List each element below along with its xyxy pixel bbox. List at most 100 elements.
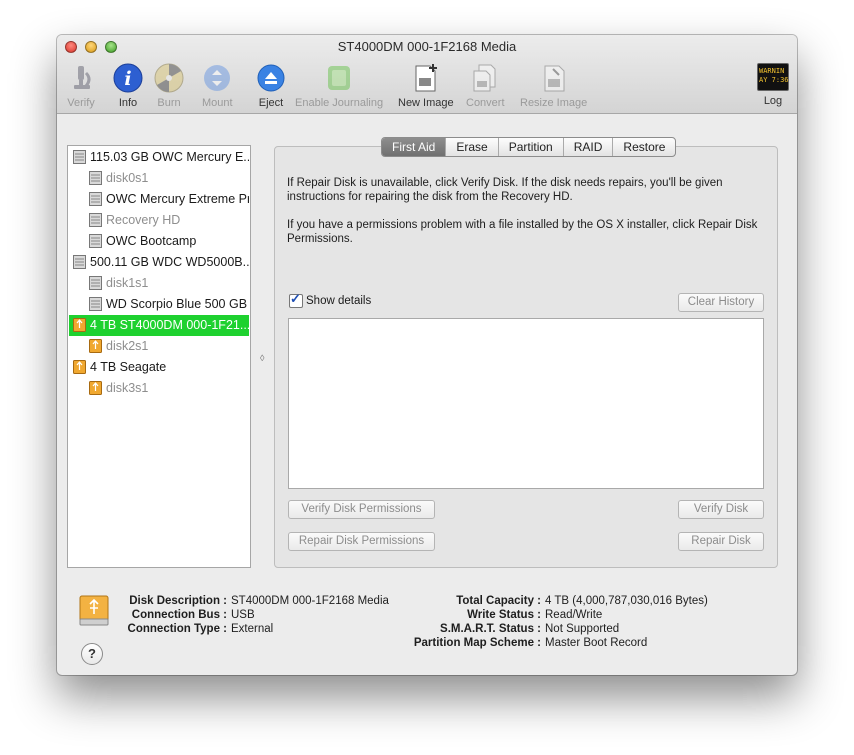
repair-disk-permissions-button[interactable]: Repair Disk Permissions <box>288 532 435 551</box>
window-title: ST4000DM 000-1F2168 Media <box>337 39 517 54</box>
verify-disk-permissions-button[interactable]: Verify Disk Permissions <box>288 500 435 519</box>
first-aid-instructions-1: If Repair Disk is unavailable, click Ver… <box>287 177 723 203</box>
volume-label: disk3s1 <box>106 381 149 395</box>
show-details-label: Show details <box>306 295 372 307</box>
internal-drive-icon <box>73 255 86 269</box>
write-status-label: Write Status : <box>467 609 541 621</box>
new-image-toolbar-button[interactable]: New Image <box>398 63 454 109</box>
connection-bus-value: USB <box>231 609 255 621</box>
volume-label: disk0s1 <box>106 171 149 185</box>
verify-toolbar-button[interactable]: Verify <box>66 63 96 109</box>
enable-journaling-label: Enable Journaling <box>295 97 384 109</box>
partition-map-scheme-value: Master Boot Record <box>545 637 648 649</box>
convert-icon <box>470 63 500 93</box>
device-label: 4 TB Seagate <box>90 360 167 374</box>
volume-label: OWC Bootcamp <box>106 234 197 248</box>
volume-label: OWC Mercury Extreme Pr <box>106 192 249 206</box>
volume-row-disk2s1[interactable]: disk2s1 <box>69 336 249 357</box>
internal-drive-icon <box>73 150 86 164</box>
tab-partition[interactable]: Partition <box>497 138 563 156</box>
disk-utility-window: ST4000DM 000-1F2168 Media Verify i Info … <box>57 35 797 675</box>
internal-drive-icon <box>89 213 102 227</box>
disk-description-label: Disk Description : <box>129 595 227 607</box>
mount-label: Mount <box>202 97 233 109</box>
new-image-icon <box>411 63 441 93</box>
enable-journaling-toolbar-button[interactable]: Enable Journaling <box>295 63 383 109</box>
internal-drive-icon <box>89 234 102 248</box>
burn-label: Burn <box>157 97 181 109</box>
usb-drive-icon <box>89 381 102 395</box>
device-row-owc-mercury[interactable]: 115.03 GB OWC Mercury E... <box>69 147 249 168</box>
tab-bar: First Aid Erase Partition RAID Restore <box>381 137 677 157</box>
clear-history-button[interactable]: Clear History <box>678 293 764 312</box>
split-view-handle-icon[interactable]: ◊ <box>260 353 264 363</box>
checkmark-icon: ✓ <box>290 291 301 306</box>
total-capacity-label: Total Capacity : <box>456 595 541 607</box>
volume-row-wd-scorpio[interactable]: WD Scorpio Blue 500 GB <box>69 294 249 315</box>
volume-row-disk0s1[interactable]: disk0s1 <box>69 168 249 189</box>
usb-drive-icon <box>73 360 86 374</box>
log-icon-line-1: WARNIN <box>759 67 785 75</box>
usb-drive-icon <box>73 318 86 332</box>
write-status-value: Read/Write <box>545 609 603 621</box>
volume-row-owc-mercury-extreme[interactable]: OWC Mercury Extreme Pr <box>69 189 249 210</box>
eject-label: Eject <box>258 97 284 109</box>
mount-icon <box>202 63 232 93</box>
device-row-st4000dm[interactable]: 4 TB ST4000DM 000-1F21... <box>69 315 249 336</box>
journaling-icon <box>324 63 354 93</box>
volume-row-disk1s1[interactable]: disk1s1 <box>69 273 249 294</box>
device-label: 500.11 GB WDC WD5000B... <box>90 255 249 269</box>
titlebar: ST4000DM 000-1F2168 Media Verify i Info … <box>57 35 797 114</box>
info-icon: i <box>113 63 143 93</box>
first-aid-instructions-2: If you have a permissions problem with a… <box>287 219 758 245</box>
volume-row-recovery-hd[interactable]: Recovery HD <box>69 210 249 231</box>
info-toolbar-button[interactable]: i Info <box>113 63 143 109</box>
internal-drive-icon <box>89 276 102 290</box>
log-toolbar-button[interactable]: WARNIN AY 7:36 Log <box>757 63 789 107</box>
usb-drive-icon <box>89 339 102 353</box>
show-details-checkbox[interactable]: ✓ <box>289 291 303 308</box>
eject-icon <box>256 63 286 93</box>
tab-first-aid[interactable]: First Aid <box>382 138 446 156</box>
partition-map-scheme-label: Partition Map Scheme : <box>413 637 541 649</box>
resize-image-label: Resize Image <box>520 97 588 109</box>
log-console-icon: WARNIN AY 7:36 <box>757 63 789 91</box>
selected-usb-drive-icon <box>79 595 109 627</box>
log-icon-line-2: AY 7:36 <box>759 76 789 84</box>
new-image-label: New Image <box>398 97 454 109</box>
volume-label: Recovery HD <box>106 213 181 227</box>
convert-toolbar-button[interactable]: Convert <box>466 63 505 109</box>
burn-toolbar-button[interactable]: Burn <box>154 63 184 109</box>
tab-restore[interactable]: Restore <box>612 138 675 156</box>
smart-status-value: Not Supported <box>545 623 620 635</box>
volume-label: disk2s1 <box>106 339 149 353</box>
internal-drive-icon <box>89 192 102 206</box>
connection-type-label: Connection Type : <box>127 623 227 635</box>
convert-label: Convert <box>466 97 505 109</box>
svg-text:i: i <box>124 68 131 90</box>
verify-label: Verify <box>67 97 95 109</box>
volume-label: WD Scorpio Blue 500 GB <box>106 297 248 311</box>
log-label: Log <box>763 95 783 107</box>
volume-row-owc-bootcamp[interactable]: OWC Bootcamp <box>69 231 249 252</box>
help-button[interactable]: ? <box>81 643 103 665</box>
device-list[interactable]: 115.03 GB OWC Mercury E... disk0s1 OWC M… <box>67 145 251 568</box>
device-row-wdc[interactable]: 500.11 GB WDC WD5000B... <box>69 252 249 273</box>
details-log-area[interactable] <box>288 318 764 489</box>
volume-row-disk3s1[interactable]: disk3s1 <box>69 378 249 399</box>
disk-description-value: ST4000DM 000-1F2168 Media <box>231 595 389 607</box>
eject-toolbar-button[interactable]: Eject <box>256 63 286 109</box>
tab-erase[interactable]: Erase <box>445 138 497 156</box>
burn-disc-icon <box>154 63 184 93</box>
connection-type-value: External <box>231 623 274 635</box>
mount-toolbar-button[interactable]: Mount <box>202 63 233 109</box>
device-label: 115.03 GB OWC Mercury E... <box>90 150 249 164</box>
total-capacity-value: 4 TB (4,000,787,030,016 Bytes) <box>545 595 708 607</box>
device-row-seagate[interactable]: 4 TB Seagate <box>69 357 249 378</box>
tab-raid[interactable]: RAID <box>562 138 613 156</box>
resize-image-toolbar-button[interactable]: Resize Image <box>520 63 587 109</box>
connection-bus-label: Connection Bus : <box>131 609 227 621</box>
internal-drive-icon <box>89 171 102 185</box>
verify-disk-button[interactable]: Verify Disk <box>678 500 764 519</box>
repair-disk-button[interactable]: Repair Disk <box>678 532 764 551</box>
